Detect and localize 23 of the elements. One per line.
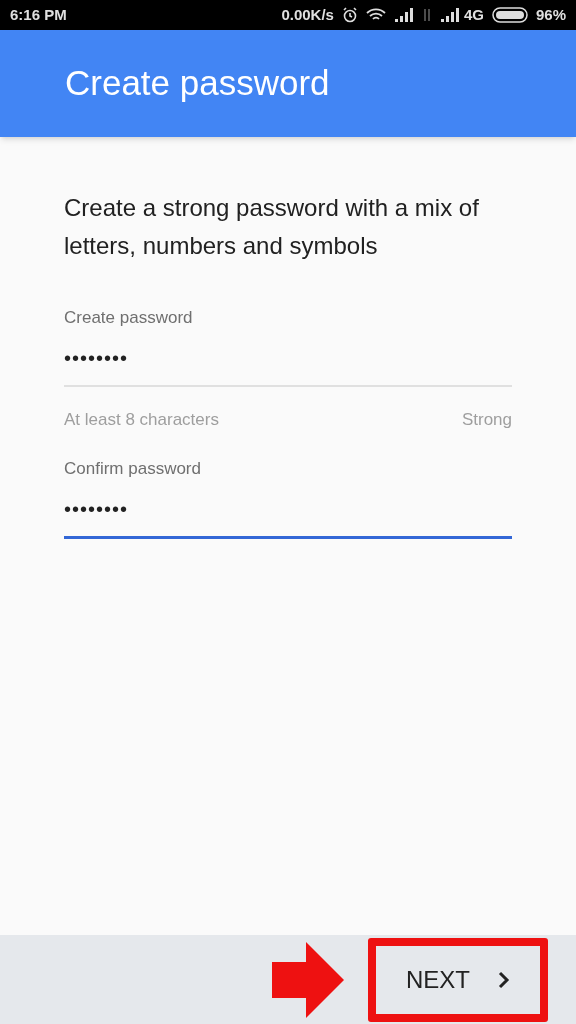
intro-text: Create a strong password with a mix of letters, numbers and symbols — [64, 193, 480, 261]
arrow-icon — [272, 941, 344, 1018]
battery-icon — [491, 7, 528, 23]
next-button[interactable]: NEXT — [378, 947, 538, 1012]
field-label: Confirm password — [64, 458, 202, 480]
signal-icon — [439, 8, 460, 22]
app-bar-title: Create password — [65, 62, 330, 105]
field-label: Create password — [64, 307, 194, 329]
status-time: 6:16 PM — [10, 4, 67, 25]
password-value: •••••••• — [64, 346, 128, 369]
password-value: •••••••• — [64, 497, 128, 520]
network-type: 4G — [463, 4, 484, 25]
alarm-icon — [341, 7, 358, 23]
signal-icon — [393, 8, 414, 22]
battery-percent: 96% — [535, 4, 566, 25]
chevron-icon — [498, 970, 510, 989]
password-field[interactable]: •••••••• — [64, 342, 512, 387]
password-field[interactable]: •••••••• — [64, 493, 512, 539]
strength-text: Strong — [461, 408, 512, 431]
net-speed: 0.00K/s — [281, 4, 334, 25]
wifi-icon — [365, 8, 386, 22]
helper-text: At least 8 characters — [64, 408, 219, 431]
data-arrows-icon — [421, 8, 432, 22]
